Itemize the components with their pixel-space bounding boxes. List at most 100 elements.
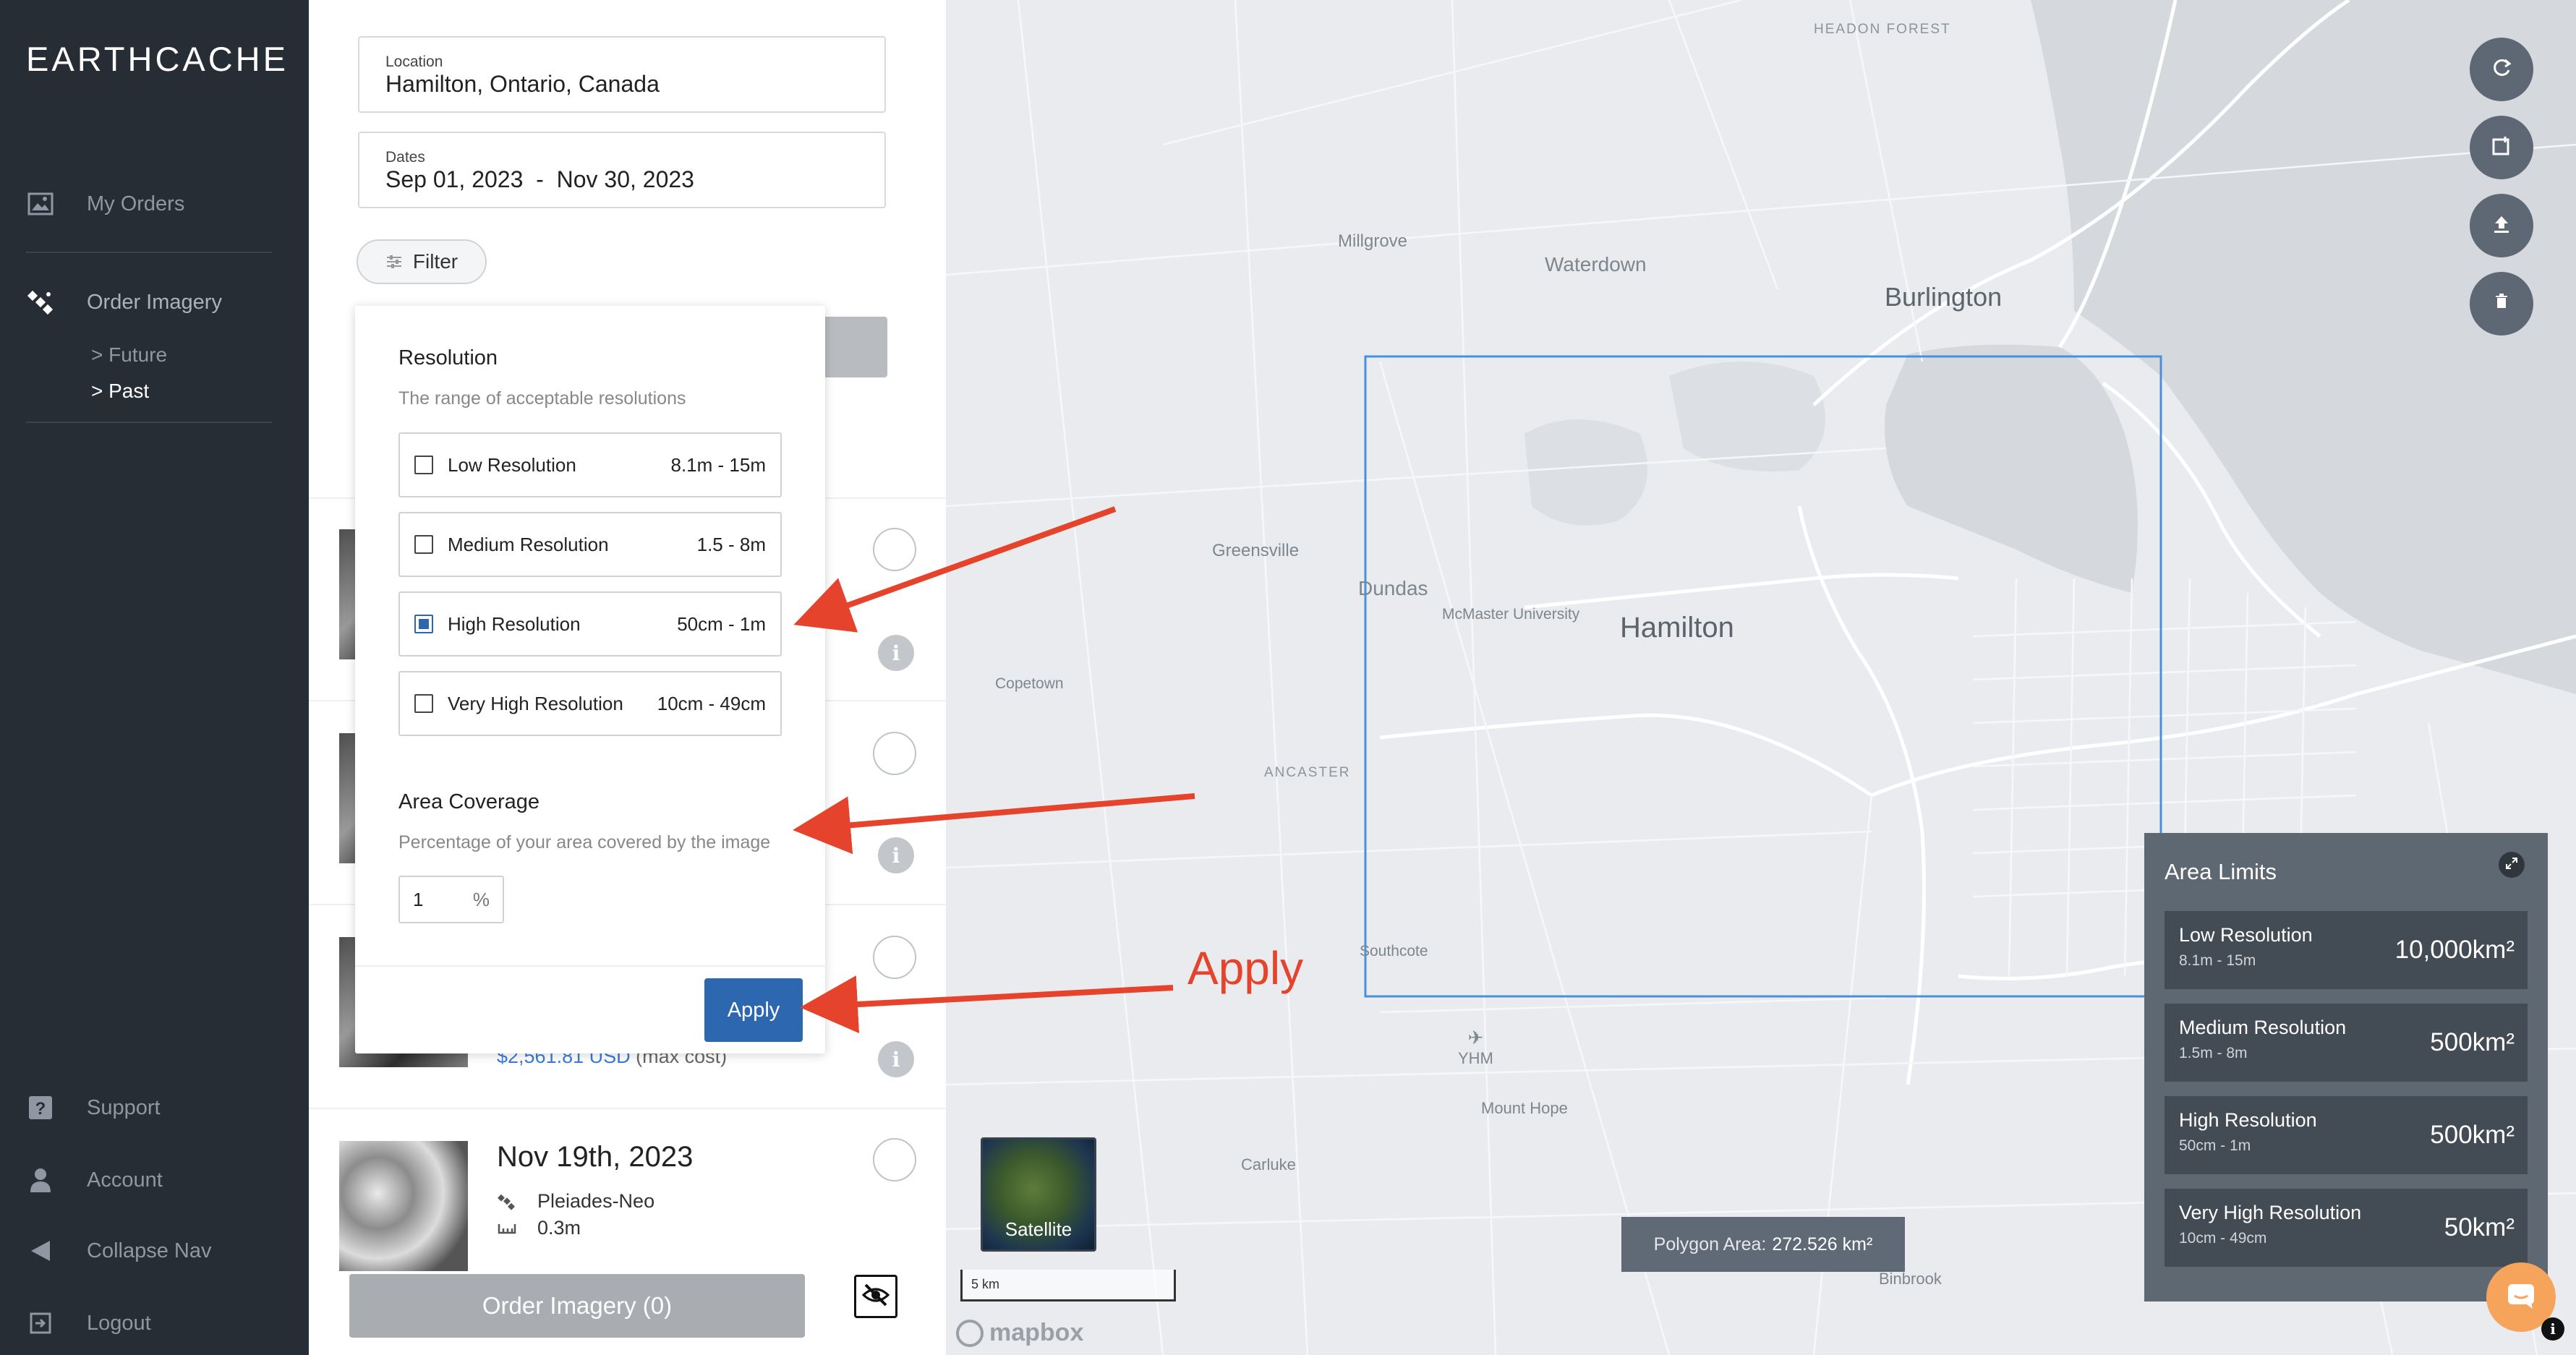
limit-value: 500km² xyxy=(2430,1028,2515,1056)
satellite-icon xyxy=(497,1192,517,1212)
result-select[interactable] xyxy=(873,732,916,775)
resolution-option-high[interactable]: High Resolution 50cm - 1m xyxy=(398,591,782,657)
area-limit-high[interactable]: High Resolution 50cm - 1m 500km² xyxy=(2165,1096,2528,1174)
limit-value: 500km² xyxy=(2430,1121,2515,1149)
location-field[interactable]: Location Hamilton, Ontario, Canada xyxy=(358,36,886,113)
eye-off-icon xyxy=(861,1283,890,1311)
checkbox[interactable] xyxy=(414,535,433,554)
airport-marker: ✈ YHM xyxy=(1458,1027,1493,1068)
ruler-icon xyxy=(497,1218,517,1239)
map-label-hamilton: Hamilton xyxy=(1620,612,1734,644)
nav-order-imagery[interactable]: Order Imagery xyxy=(26,288,222,317)
trash-icon xyxy=(2493,292,2510,316)
filter-button[interactable]: Filter xyxy=(357,239,487,284)
area-limit-very-high[interactable]: Very High Resolution 10cm - 49cm 50km² xyxy=(2165,1189,2528,1267)
sub-item-future[interactable]: > Future xyxy=(91,343,167,367)
nav-label: My Orders xyxy=(87,192,185,215)
lake-ontario xyxy=(2031,0,2576,694)
svg-text:?: ? xyxy=(35,1099,46,1119)
apply-button[interactable]: Apply xyxy=(704,978,803,1042)
option-label: High Resolution xyxy=(448,612,581,635)
nav-label: Order Imagery xyxy=(87,290,222,314)
draw-shape-icon xyxy=(2491,135,2512,161)
checkbox-checked[interactable] xyxy=(414,615,433,633)
nav-logout[interactable]: Logout xyxy=(26,1309,151,1338)
sidebar: EARTHCACHE My Orders Order Imagery > Fut… xyxy=(0,0,309,1355)
location-label: Location xyxy=(385,54,443,70)
satellite-icon xyxy=(26,288,55,317)
map-label-copetown: Copetown xyxy=(995,675,1064,692)
result-select[interactable] xyxy=(873,1138,916,1181)
sliders-icon xyxy=(385,254,403,270)
resolution-option-medium[interactable]: Medium Resolution 1.5 - 8m xyxy=(398,512,782,577)
option-label: Medium Resolution xyxy=(448,533,609,555)
map-label-carluke: Carluke xyxy=(1241,1155,1296,1174)
map-label-millgrove: Millgrove xyxy=(1338,231,1408,251)
dates-field[interactable]: Dates Sep 01, 2023 - Nov 30, 2023 xyxy=(358,132,886,208)
info-icon[interactable]: i xyxy=(878,1041,914,1077)
resolution-title: Resolution xyxy=(398,346,498,369)
option-label: Very High Resolution xyxy=(448,692,623,714)
order-imagery-button[interactable]: Order Imagery (0) xyxy=(349,1274,805,1338)
coverage-unit: % xyxy=(472,888,490,910)
nav-account[interactable]: Account xyxy=(26,1166,163,1194)
polygon-area-badge: Polygon Area: 272.526 km² xyxy=(1621,1217,1905,1272)
hamilton-harbour xyxy=(1885,344,2138,593)
hide-results-button[interactable] xyxy=(854,1275,897,1318)
area-limit-medium[interactable]: Medium Resolution 1.5m - 8m 500km² xyxy=(2165,1004,2528,1082)
coverage-input[interactable]: 1 % xyxy=(398,876,504,923)
apply-annotation-text: Apply xyxy=(1187,942,1304,994)
result-date: Nov 19th, 2023 xyxy=(497,1141,694,1173)
resolution-option-low[interactable]: Low Resolution 8.1m - 15m xyxy=(398,432,782,497)
area-limit-low[interactable]: Low Resolution 8.1m - 15m 10,000km² xyxy=(2165,911,2528,989)
map-label-yhm: YHM xyxy=(1458,1049,1493,1067)
dates-label: Dates xyxy=(385,149,425,166)
area-limits-title: Area Limits xyxy=(2165,859,2277,884)
area-limits-panel: Area Limits Low Resolution 8.1m - 15m 10… xyxy=(2144,833,2548,1301)
sub-item-past[interactable]: > Past xyxy=(91,380,149,403)
collapse-panel-button[interactable] xyxy=(2499,852,2525,878)
nav-label: Logout xyxy=(87,1311,151,1335)
info-icon[interactable]: i xyxy=(878,635,914,671)
refresh-map-button[interactable] xyxy=(2470,38,2533,101)
map-view[interactable]: HEADON FOREST Millgrove Waterdown Burlin… xyxy=(946,0,2576,1355)
delete-polygon-button[interactable] xyxy=(2470,272,2533,335)
nav-label: Account xyxy=(87,1168,163,1192)
result-satellite: Pleiades-Neo xyxy=(497,1190,654,1213)
help-icon: ? xyxy=(26,1093,55,1122)
map-label-binbrook: Binbrook xyxy=(1879,1270,1942,1288)
satellite-toggle[interactable]: Satellite xyxy=(981,1137,1096,1252)
map-label-mcmaster: McMaster University xyxy=(1442,606,1580,623)
checkbox[interactable] xyxy=(414,456,433,474)
nav-collapse[interactable]: Collapse Nav xyxy=(26,1236,211,1265)
option-label: Low Resolution xyxy=(448,453,576,476)
option-range: 10cm - 49cm xyxy=(657,692,766,714)
coverage-value: 1 xyxy=(413,888,424,910)
chat-icon xyxy=(2505,1281,2537,1314)
filter-label: Filter xyxy=(412,250,459,273)
upload-button[interactable] xyxy=(2470,194,2533,257)
nav-label: Support xyxy=(87,1095,161,1119)
info-icon[interactable]: i xyxy=(878,837,914,873)
logout-icon xyxy=(26,1309,55,1338)
user-icon xyxy=(26,1166,55,1194)
upload-icon xyxy=(2491,213,2512,239)
result-select[interactable] xyxy=(873,936,916,979)
draw-polygon-button[interactable] xyxy=(2470,116,2533,179)
location-value: Hamilton, Ontario, Canada xyxy=(385,71,660,97)
result-divider xyxy=(309,1108,946,1109)
area-coverage-description: Percentage of your area covered by the i… xyxy=(398,832,771,852)
search-button[interactable] xyxy=(815,317,887,377)
resolution-value: 0.3m xyxy=(537,1217,581,1239)
resolution-option-very-high[interactable]: Very High Resolution 10cm - 49cm xyxy=(398,671,782,736)
map-label-waterdown: Waterdown xyxy=(1545,253,1647,275)
popup-divider xyxy=(355,965,825,967)
result-thumbnail[interactable] xyxy=(339,1141,468,1271)
refresh-icon xyxy=(2491,57,2512,82)
map-attribution-icon[interactable]: i xyxy=(2541,1317,2564,1341)
result-select[interactable] xyxy=(873,528,916,571)
nav-support[interactable]: ? Support xyxy=(26,1093,161,1122)
nav-my-orders[interactable]: My Orders xyxy=(26,189,184,218)
map-label-dundas: Dundas xyxy=(1358,577,1428,599)
checkbox[interactable] xyxy=(414,694,433,713)
